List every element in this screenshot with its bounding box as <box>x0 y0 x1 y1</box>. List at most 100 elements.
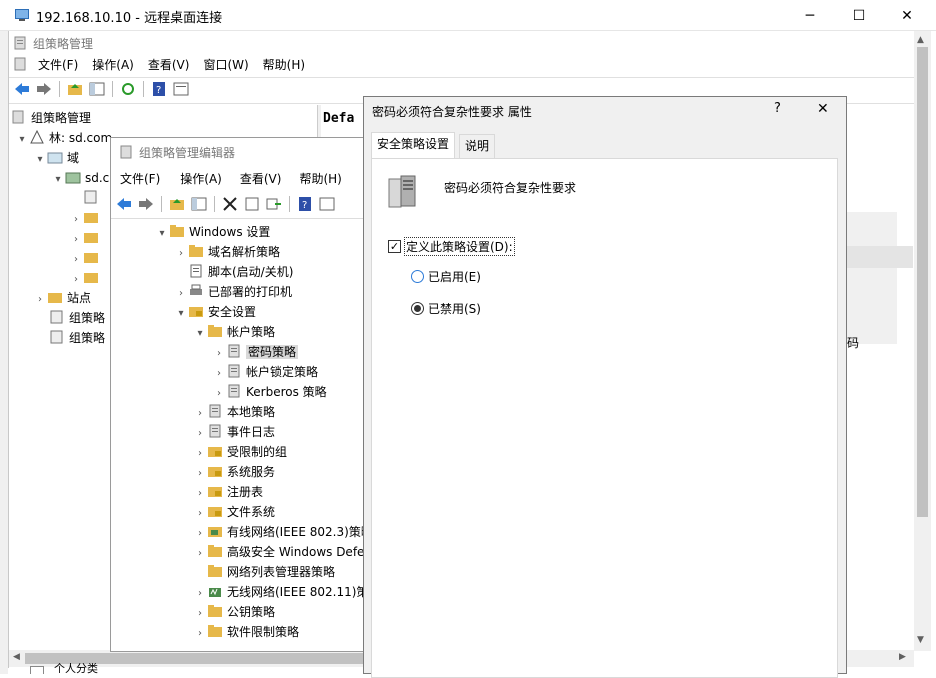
gpm-vertical-scrollbar[interactable]: ▲ ▼ <box>914 31 931 651</box>
expand-arrow-icon[interactable]: › <box>193 624 207 644</box>
tree-modeling[interactable]: 组策略 <box>49 308 105 328</box>
collapse-arrow-icon[interactable]: ▾ <box>15 130 29 150</box>
scroll-down-icon[interactable]: ▼ <box>917 635 924 645</box>
refresh-icon[interactable] <box>119 80 137 98</box>
properties-icon[interactable] <box>243 195 261 213</box>
forward-icon[interactable] <box>137 195 155 213</box>
dialog-help-button[interactable]: ? <box>774 101 781 116</box>
gpe-menu-help[interactable]: 帮助(H) <box>292 169 348 189</box>
expand-arrow-icon[interactable]: › <box>69 210 83 230</box>
tree-forest[interactable]: ▾ 林: sd.com <box>15 128 112 148</box>
expand-arrow-icon[interactable]: › <box>69 230 83 250</box>
gpe-tree-item[interactable]: ▾ Windows 设置 <box>155 222 270 242</box>
gpm-menu-window[interactable]: 窗口(W) <box>196 55 255 75</box>
scroll-thumb[interactable] <box>917 47 928 517</box>
disabled-radio[interactable] <box>411 302 424 315</box>
gpe-tree-item[interactable]: › 帐户锁定策略 <box>212 362 318 382</box>
tree-child-2[interactable]: › <box>69 228 103 248</box>
gpe-tree-item[interactable]: › Kerberos 策略 <box>212 382 327 402</box>
gpe-tree-item[interactable]: › 无线网络(IEEE 802.11)策略 <box>193 582 365 604</box>
expand-arrow-icon[interactable]: › <box>212 384 226 404</box>
tree-gpo-default[interactable] <box>69 188 103 208</box>
gpe-tree-item[interactable]: › 高级安全 Windows Defender 防火墙 <box>193 542 365 564</box>
gpe-tree-item[interactable]: › 已部署的打印机 <box>174 282 292 302</box>
tree-root[interactable]: 组策略管理 <box>11 108 91 128</box>
gpe-tree-item[interactable]: › 有线网络(IEEE 802.3)策略 <box>193 522 365 544</box>
gpm-menu-action[interactable]: 操作(A) <box>85 55 141 75</box>
expand-arrow-icon[interactable]: › <box>193 464 207 484</box>
tab-security-setting[interactable]: 安全策略设置 <box>371 132 456 158</box>
show-tree-icon[interactable] <box>88 80 106 98</box>
expand-arrow-icon[interactable]: › <box>174 244 188 264</box>
gpe-menu-view[interactable]: 查看(V) <box>233 169 289 189</box>
expand-arrow-icon[interactable]: › <box>193 404 207 424</box>
forward-icon[interactable] <box>35 80 53 98</box>
right-pane-row-selected[interactable] <box>847 246 913 268</box>
export-icon[interactable] <box>265 195 283 213</box>
define-policy-row[interactable]: ✓ 定义此策略设置(D): <box>388 237 515 256</box>
expand-arrow-icon[interactable]: › <box>193 524 207 544</box>
expand-arrow-icon[interactable]: › <box>212 344 226 364</box>
gpe-tree-item[interactable]: ▾ 帐户策略 <box>193 322 275 342</box>
gpe-tree-item[interactable]: › 软件限制策略 <box>193 622 299 642</box>
expand-arrow-icon[interactable]: › <box>193 444 207 464</box>
gpe-tree-item[interactable]: › 受限制的组 <box>193 442 287 462</box>
enabled-option[interactable]: 已启用(E) <box>411 268 481 285</box>
expand-arrow-icon[interactable]: › <box>33 290 47 310</box>
dialog-close-button[interactable]: ✕ <box>817 101 829 117</box>
view-icon[interactable] <box>318 195 336 213</box>
tree-sites[interactable]: › 站点 <box>33 288 91 308</box>
bottom-checkbox[interactable] <box>30 666 44 674</box>
properties-icon[interactable] <box>172 80 190 98</box>
tree-domains[interactable]: ▾ 域 <box>33 148 79 168</box>
gpe-tree-item[interactable]: › 本地策略 <box>193 402 275 422</box>
gpe-tree-item[interactable]: 脚本(启动/关机) <box>174 262 293 282</box>
gpe-menu-file[interactable]: 文件(F) <box>113 169 167 189</box>
expand-arrow-icon[interactable]: › <box>174 284 188 304</box>
show-tree-icon[interactable] <box>190 195 208 213</box>
expand-arrow-icon[interactable]: › <box>69 250 83 270</box>
tree-domain[interactable]: ▾ sd.c <box>51 168 109 188</box>
up-folder-icon[interactable] <box>168 195 186 213</box>
tree-results[interactable]: 组策略 <box>49 328 105 348</box>
gpm-menu-view[interactable]: 查看(V) <box>141 55 197 75</box>
up-folder-icon[interactable] <box>66 80 84 98</box>
expand-arrow-icon[interactable]: › <box>193 424 207 444</box>
help-icon[interactable]: ? <box>296 195 314 213</box>
gpe-tree-item[interactable]: 网络列表管理器策略 <box>193 562 335 582</box>
expand-arrow-icon[interactable]: › <box>212 364 226 384</box>
tree-child-4[interactable]: › <box>69 268 103 288</box>
maximize-button[interactable]: ☐ <box>836 0 882 31</box>
gpe-tree-item[interactable]: ▾ 安全设置 <box>174 302 256 322</box>
gpe-tree-item[interactable]: › 注册表 <box>193 482 263 502</box>
minimize-button[interactable]: ─ <box>787 0 833 31</box>
tab-explain[interactable]: 说明 <box>459 134 496 158</box>
gpe-tree-item[interactable]: › 事件日志 <box>193 422 275 442</box>
help-icon[interactable]: ? <box>150 80 168 98</box>
tree-child-1[interactable]: › <box>69 208 103 228</box>
close-button[interactable]: ✕ <box>884 0 930 31</box>
collapse-arrow-icon[interactable]: ▾ <box>33 150 47 170</box>
tree-child-3[interactable]: › <box>69 248 103 268</box>
collapse-arrow-icon[interactable]: ▾ <box>51 170 65 190</box>
back-icon[interactable] <box>115 195 133 213</box>
scroll-up-icon[interactable]: ▲ <box>917 35 924 45</box>
expand-arrow-icon[interactable]: › <box>193 484 207 504</box>
expand-arrow-icon[interactable]: › <box>193 604 207 624</box>
enabled-radio[interactable] <box>411 270 424 283</box>
gpe-menu-action[interactable]: 操作(A) <box>173 169 229 189</box>
scroll-right-icon[interactable]: ▶ <box>899 652 906 662</box>
gpm-menu-file[interactable]: 文件(F) <box>31 55 85 75</box>
expand-arrow-icon[interactable]: › <box>193 544 207 564</box>
disabled-option[interactable]: 已禁用(S) <box>411 300 481 317</box>
delete-icon[interactable] <box>221 195 239 213</box>
expand-arrow-icon[interactable]: › <box>193 584 207 604</box>
gpe-tree-item[interactable]: › 文件系统 <box>193 502 275 522</box>
collapse-arrow-icon[interactable]: ▾ <box>174 304 188 324</box>
gpm-menu-help[interactable]: 帮助(H) <box>256 55 312 75</box>
back-icon[interactable] <box>13 80 31 98</box>
collapse-arrow-icon[interactable]: ▾ <box>155 224 169 244</box>
gpe-tree-item[interactable]: › 系统服务 <box>193 462 275 482</box>
gpe-tree-item[interactable]: › 密码策略 <box>212 342 299 364</box>
gpe-tree-item[interactable]: › 公钥策略 <box>193 602 275 622</box>
